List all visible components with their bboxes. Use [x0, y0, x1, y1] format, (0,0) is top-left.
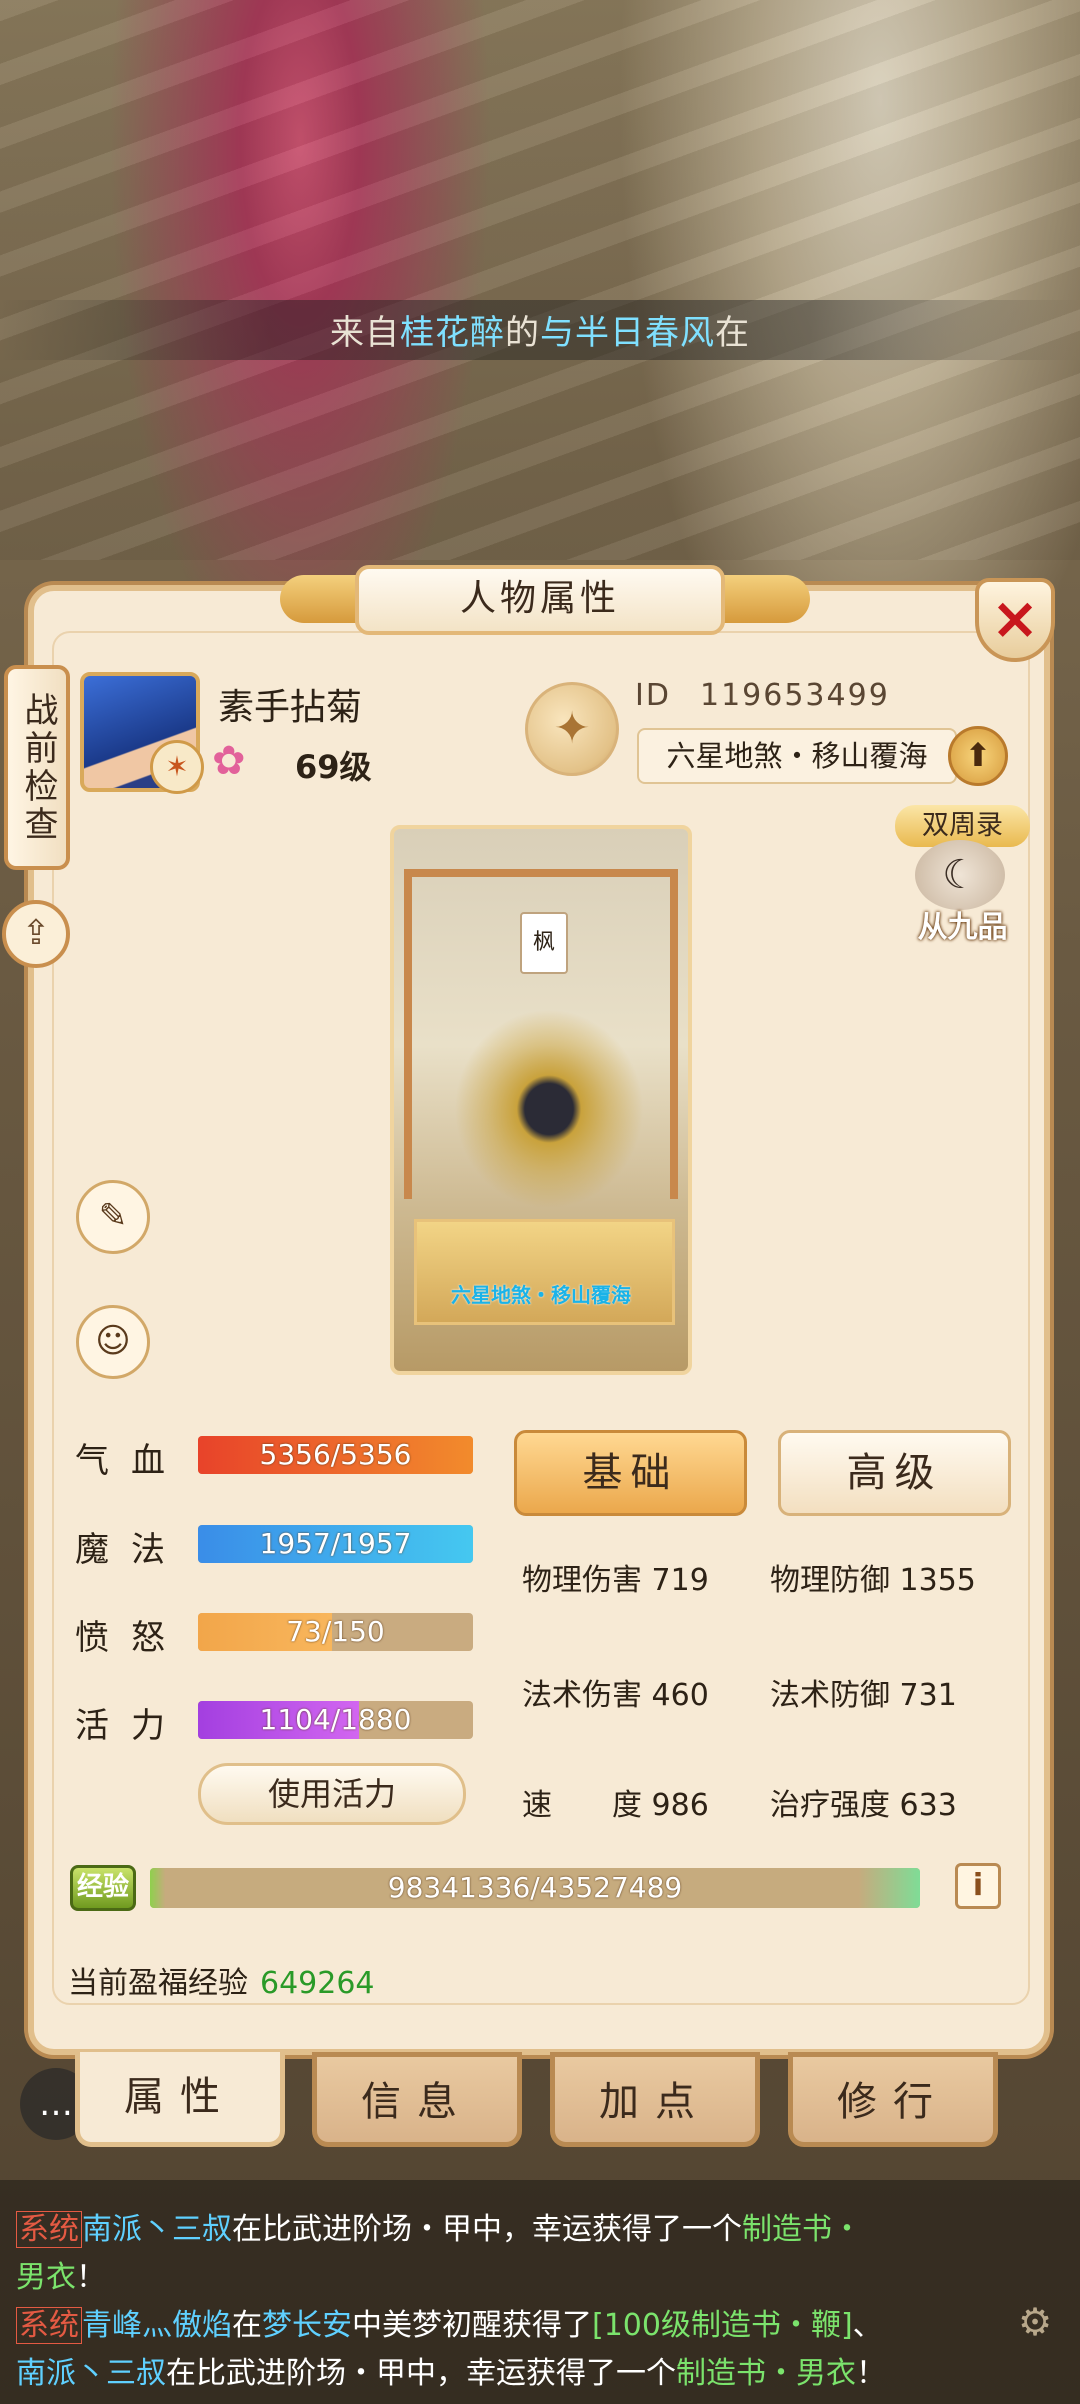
chat-message: 南派丶三叔在比武进阶场・甲中，幸运获得了一个制造书・男衣！ — [16, 2356, 886, 2391]
edit-button[interactable]: ✎ — [76, 1180, 150, 1254]
exp-badge: 经验 — [70, 1865, 136, 1911]
player-title[interactable]: 六星地煞・移山覆海 — [637, 728, 957, 784]
close-button[interactable]: × — [975, 578, 1055, 662]
lotus-icon: ✿ — [212, 738, 246, 784]
attr-speed: 速 度 986 — [522, 1788, 709, 1823]
id-label: ID — [635, 678, 671, 713]
emblem-icon[interactable]: ✦ — [525, 682, 619, 776]
player-name: 素手拈菊 — [218, 687, 363, 728]
character-model — [454, 1009, 644, 1209]
vitality-bar: 1104/1880 — [198, 1701, 473, 1739]
stat-label-rage: 愤怒 — [75, 1618, 187, 1658]
hp-bar: 5356/5356 — [198, 1436, 473, 1474]
arrow-up-icon: ⬆ — [964, 736, 992, 774]
chat-message: 男衣！ — [16, 2260, 106, 2295]
tab-cultivation[interactable]: 修行 — [788, 2052, 998, 2147]
rage-bar: 73/150 — [198, 1613, 473, 1651]
edit-icon: ✎ — [98, 1196, 128, 1236]
dual-week-rank: 从九品 — [917, 910, 1008, 945]
attr-heal-power: 治疗强度 633 — [770, 1788, 957, 1823]
stat-label-vitality: 活力 — [75, 1706, 187, 1746]
id-value: 119653499 — [700, 678, 890, 713]
attr-physical-damage: 物理伤害 719 — [522, 1563, 709, 1598]
tab-info[interactable]: 信息 — [312, 2052, 522, 2147]
exp-info-button[interactable]: i — [955, 1863, 1001, 1909]
player-level: 69级 — [295, 748, 372, 786]
mp-bar: 1957/1957 — [198, 1525, 473, 1563]
person-icon: ☺ — [95, 1321, 131, 1361]
broadcast-text: 来自桂花醉的与半日春风在 — [330, 313, 750, 353]
chat-icon: … — [39, 2084, 73, 2124]
character-model-stage[interactable]: 六星地煞・移山覆海 — [390, 825, 692, 1375]
close-icon: × — [990, 584, 1040, 652]
stat-label-mp: 魔法 — [75, 1530, 187, 1570]
stage-flag: 枫 — [520, 912, 568, 974]
attr-physical-defense: 物理防御 1355 — [770, 1563, 976, 1598]
stage-caption: 六星地煞・移山覆海 — [451, 1283, 631, 1307]
tab-points[interactable]: 加点 — [550, 2052, 760, 2147]
chat-log[interactable]: 系统 南派丶三叔在比武进阶场・甲中，幸运获得了一个制造书・ 男衣！ 系统 青峰灬傲焰… — [0, 2180, 1080, 2404]
tab-basic[interactable]: 基础 — [514, 1430, 747, 1516]
attr-magic-defense: 法术防御 731 — [770, 1678, 957, 1713]
info-icon: i — [972, 1868, 984, 1903]
pre-battle-check-tab[interactable]: 战前检查 — [4, 665, 70, 870]
dual-week-emblem-icon[interactable]: ☾ — [915, 840, 1005, 910]
attr-magic-damage: 法术伤害 460 — [522, 1678, 709, 1713]
share-button[interactable]: ⇪ — [2, 900, 70, 968]
friend-button[interactable]: ☺ — [76, 1305, 150, 1379]
tab-advanced[interactable]: 高级 — [778, 1430, 1011, 1516]
school-badge-icon: ✶ — [150, 740, 204, 794]
use-vitality-button[interactable]: 使用活力 — [198, 1763, 466, 1825]
share-icon: ⇪ — [21, 913, 51, 953]
stat-label-hp: 气血 — [75, 1441, 187, 1481]
chat-message: 系统 南派丶三叔在比武进阶场・甲中，幸运获得了一个制造书・ — [16, 2204, 862, 2248]
panel-title: 人物属性 — [355, 565, 725, 635]
tab-attributes[interactable]: 属性 — [75, 2052, 285, 2147]
exp-bar: 98341336/43527489 — [150, 1868, 920, 1908]
chat-message: 系统 青峰灬傲焰在梦长安中美梦初醒获得了[100级制造书・鞭]、 — [16, 2300, 883, 2344]
bonus-exp: 当前盈福经验 649264 — [68, 1966, 375, 2001]
gear-icon[interactable]: ⚙ — [1018, 2300, 1052, 2344]
title-upgrade-button[interactable]: ⬆ — [948, 726, 1008, 786]
